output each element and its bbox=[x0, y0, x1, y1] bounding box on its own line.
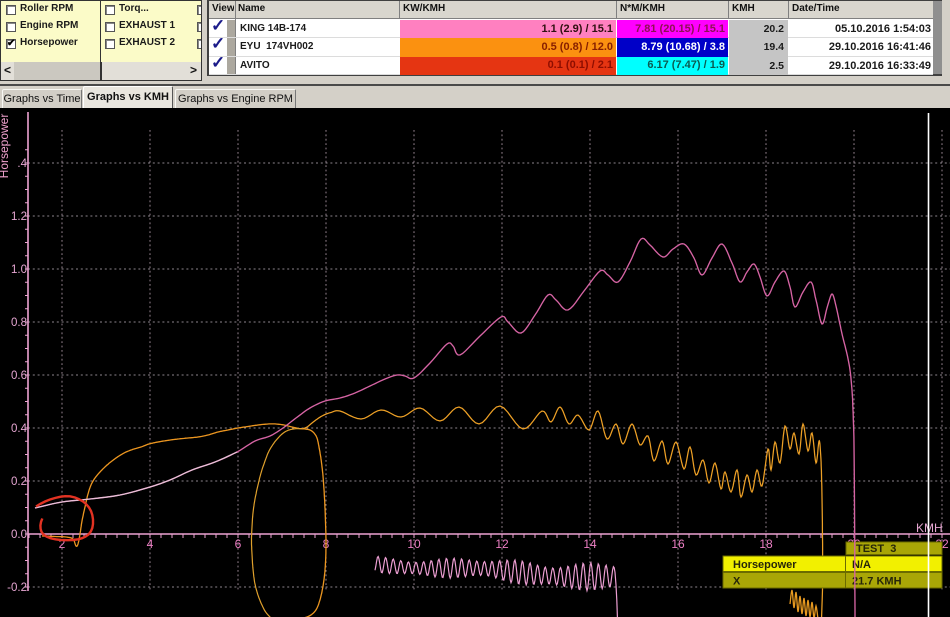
svg-text:0.4: 0.4 bbox=[11, 423, 28, 435]
svg-text:.4: .4 bbox=[17, 158, 27, 170]
svg-text:0.0: 0.0 bbox=[11, 529, 27, 541]
svg-text:21.7 KMH: 21.7 KMH bbox=[852, 576, 902, 588]
svg-text:0.2: 0.2 bbox=[11, 476, 27, 488]
svg-text:Horsepower: Horsepower bbox=[0, 114, 11, 179]
svg-text:TEST 3: TEST 3 bbox=[856, 543, 896, 555]
svg-text:Horsepower: Horsepower bbox=[733, 559, 797, 571]
svg-text:6: 6 bbox=[235, 537, 242, 551]
svg-text:0.8: 0.8 bbox=[11, 317, 27, 329]
svg-text:X: X bbox=[733, 576, 741, 588]
svg-text:18: 18 bbox=[759, 537, 773, 551]
svg-text:1.0: 1.0 bbox=[11, 264, 27, 276]
svg-text:4: 4 bbox=[147, 537, 154, 551]
svg-text:1.2: 1.2 bbox=[11, 211, 27, 223]
svg-text:14: 14 bbox=[583, 537, 597, 551]
svg-text:16: 16 bbox=[671, 537, 685, 551]
svg-text:10: 10 bbox=[407, 537, 421, 551]
svg-text:12: 12 bbox=[495, 537, 509, 551]
svg-text:-0.2: -0.2 bbox=[7, 582, 27, 594]
svg-text:KMH: KMH bbox=[916, 521, 943, 535]
svg-text:0.6: 0.6 bbox=[11, 370, 27, 382]
